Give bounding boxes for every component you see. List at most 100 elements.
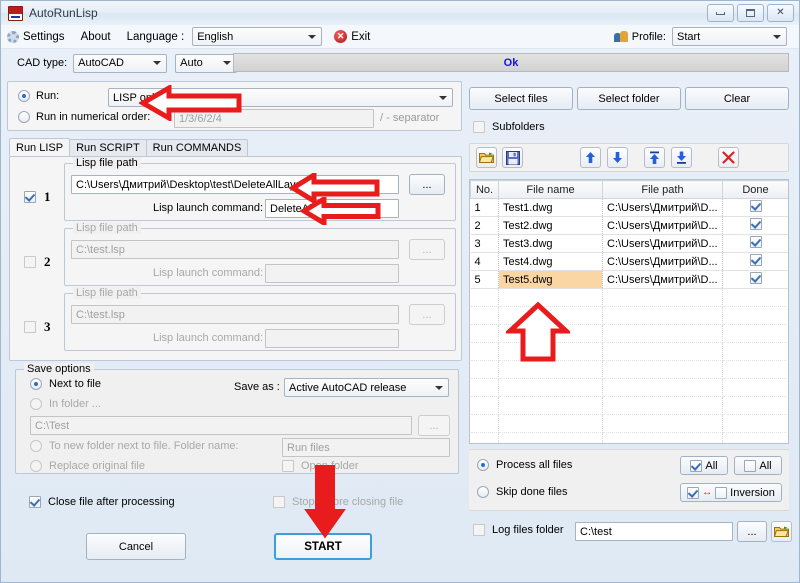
done-checkbox[interactable] <box>749 200 762 212</box>
inversion-button[interactable]: ↔ Inversion <box>680 483 782 502</box>
tab-label: Run LISP <box>16 141 64 154</box>
done-checkbox[interactable] <box>749 218 762 230</box>
table-row[interactable]: 2 Test2.dwg C:\Users\Дмитрий\D... <box>470 216 788 235</box>
subfolders-label: Subfolders <box>492 121 545 133</box>
menu-item-exit[interactable]: ✕ Exit <box>334 30 370 43</box>
lisp-entry-2-path-input[interactable]: C:\test.lsp <box>71 240 399 259</box>
lisp-entry-2-browse-button[interactable]: ... <box>409 239 445 260</box>
radio-replace-original[interactable] <box>30 460 42 472</box>
minimize-button[interactable] <box>707 4 734 22</box>
cell-done[interactable] <box>722 270 788 289</box>
log-open-folder-button[interactable] <box>771 521 792 542</box>
done-checkbox[interactable] <box>749 272 762 284</box>
radio-next-to-file[interactable] <box>30 378 42 390</box>
tab-run-commands[interactable]: Run COMMANDS <box>145 139 249 156</box>
table-header-row: No. File name File path Done <box>470 180 788 199</box>
start-button[interactable]: START <box>274 533 372 560</box>
run-mode-select[interactable]: LISP only <box>108 88 453 107</box>
close-button[interactable]: ✕ <box>767 4 794 22</box>
close-icon: ✕ <box>776 7 785 18</box>
log-files-folder-row[interactable]: Log files folder <box>473 524 564 536</box>
move-bottom-icon-button[interactable] <box>671 147 692 168</box>
start-label: START <box>304 540 342 553</box>
log-files-folder-checkbox[interactable] <box>473 524 485 536</box>
lisp-entry-1-browse-button[interactable]: ... <box>409 174 445 195</box>
subfolders-checkbox[interactable] <box>473 121 485 133</box>
move-up-icon-button[interactable] <box>580 147 601 168</box>
move-top-icon-button[interactable] <box>644 147 665 168</box>
lisp-entry-2-checkbox[interactable] <box>24 256 36 268</box>
radio-numerical-order[interactable] <box>18 111 30 123</box>
tab-run-lisp[interactable]: Run LISP <box>9 138 71 156</box>
select-folder-button[interactable]: Select folder <box>577 87 681 110</box>
column-header-no[interactable]: No. <box>470 180 499 199</box>
move-top-icon <box>650 151 659 164</box>
column-header-filepath[interactable]: File path <box>602 180 723 199</box>
move-down-icon-button[interactable] <box>607 147 628 168</box>
column-header-done[interactable]: Done <box>722 180 788 199</box>
lisp-entry-3-cmd-input[interactable] <box>265 329 399 348</box>
cad-mode-select[interactable]: Auto <box>175 53 238 73</box>
delete-icon-button[interactable] <box>718 147 739 168</box>
table-row[interactable]: 1 Test1.dwg C:\Users\Дмитрий\D... <box>470 198 788 217</box>
radio-in-folder[interactable] <box>30 398 42 410</box>
radio-process-all-files[interactable] <box>477 459 489 471</box>
cell-file-name: Test3.dwg <box>498 234 603 253</box>
table-row[interactable]: 5 Test5.dwg C:\Users\Дмитрий\D... <box>470 270 788 289</box>
language-select[interactable]: English <box>192 27 323 46</box>
radio-skip-done-files[interactable] <box>477 486 489 498</box>
table-row[interactable]: 4 Test4.dwg C:\Users\Дмитрий\D... <box>470 252 788 271</box>
uncheck-all-icon <box>744 459 757 472</box>
profile-select[interactable]: Start <box>672 27 787 46</box>
save-icon-button[interactable] <box>502 147 523 168</box>
lisp-entry-1-path-title: Lisp file path <box>73 157 141 169</box>
cell-done[interactable] <box>722 234 788 253</box>
cell-done[interactable] <box>722 252 788 271</box>
cancel-button[interactable]: Cancel <box>86 533 186 560</box>
select-files-button[interactable]: Select files <box>469 87 573 110</box>
open-folder-icon-button[interactable] <box>476 147 497 168</box>
lisp-entry-1-path-input[interactable]: C:\Users\Дмитрий\Desktop\test\DeleteAllL… <box>71 175 399 194</box>
file-list-table[interactable]: No. File name File path Done 1 Test1.dwg C… <box>469 179 789 444</box>
skip-done-row[interactable]: Skip done files <box>477 486 568 498</box>
gear-icon <box>7 30 19 43</box>
chevron-down-icon <box>439 95 447 100</box>
stop-before-closing-checkbox[interactable] <box>273 496 285 508</box>
close-after-processing-row[interactable]: Close file after processing <box>29 496 175 508</box>
numerical-order-input[interactable]: 1/3/6/2/4 <box>174 109 374 128</box>
column-header-filename[interactable]: File name <box>498 180 603 199</box>
language-label: Language : <box>126 30 185 43</box>
in-folder-browse-button[interactable]: ... <box>418 415 450 436</box>
new-folder-name-input[interactable]: Run files <box>282 438 450 457</box>
done-checkbox[interactable] <box>749 236 762 248</box>
maximize-button[interactable] <box>737 4 764 22</box>
cell-done[interactable] <box>722 216 788 235</box>
lisp-entry-1-checkbox[interactable] <box>24 191 36 203</box>
radio-new-folder[interactable] <box>30 440 42 452</box>
menu-item-settings[interactable]: Settings <box>7 30 65 43</box>
check-all-button[interactable]: All <box>680 456 728 475</box>
cad-type-select[interactable]: AutoCAD <box>73 53 168 73</box>
open-folder-checkbox[interactable] <box>282 460 294 472</box>
lisp-entry-3-checkbox[interactable] <box>24 321 36 333</box>
tab-run-script[interactable]: Run SCRIPT <box>69 139 147 156</box>
log-path-input[interactable]: C:\test <box>575 522 733 541</box>
log-browse-button[interactable]: ... <box>737 521 767 542</box>
process-all-row[interactable]: Process all files <box>477 459 572 471</box>
save-as-select[interactable]: Active AutoCAD release <box>284 378 449 397</box>
uncheck-all-button[interactable]: All <box>734 456 782 475</box>
in-folder-path-input[interactable]: C:\Test <box>30 416 412 435</box>
lisp-entry-3-browse-button[interactable]: ... <box>409 304 445 325</box>
radio-run[interactable] <box>18 90 30 102</box>
done-checkbox[interactable] <box>749 254 762 266</box>
close-after-processing-checkbox[interactable] <box>29 496 41 508</box>
lisp-entry-3-path-input[interactable]: C:\test.lsp <box>71 305 399 324</box>
subfolders-row[interactable]: Subfolders <box>473 121 545 133</box>
stop-before-closing-row[interactable]: Stop before closing file <box>273 496 403 508</box>
menu-item-about[interactable]: About <box>81 31 111 43</box>
clear-button[interactable]: Clear <box>685 87 789 110</box>
table-row[interactable]: 3 Test3.dwg C:\Users\Дмитрий\D... <box>470 234 788 253</box>
cell-done[interactable] <box>722 198 788 217</box>
lisp-entry-1-cmd-input[interactable]: DeleteAllLayout <box>265 199 399 218</box>
lisp-entry-2-cmd-input[interactable] <box>265 264 399 283</box>
